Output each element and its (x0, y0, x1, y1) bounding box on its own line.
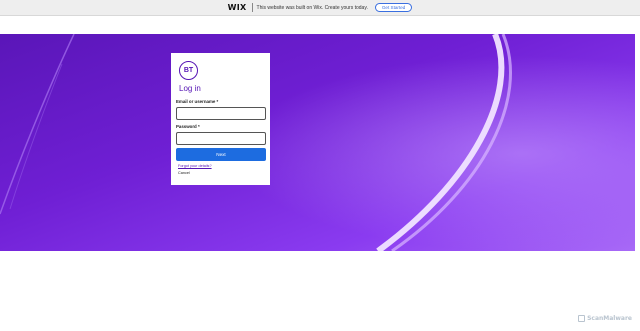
username-label: Email or username * (176, 99, 219, 104)
scanmalware-text: ScanMalware (587, 315, 632, 322)
bt-logo: BT (179, 61, 198, 80)
hero-arc-graphic (0, 34, 635, 251)
username-input[interactable] (176, 107, 266, 120)
hero-background (0, 34, 635, 251)
banner-divider (251, 3, 253, 12)
wix-banner-message: This website was built on Wix. Create yo… (256, 4, 368, 11)
login-card: BT Log in Email or username * Password *… (171, 53, 270, 185)
cancel-link[interactable]: Cancel (178, 171, 265, 176)
get-started-button[interactable]: Get Started (374, 3, 413, 12)
wix-logo: WIX (227, 3, 247, 12)
password-label: Password * (176, 124, 200, 129)
login-title: Log in (179, 84, 201, 93)
forgot-details-link[interactable]: Forgot your details? (178, 164, 265, 169)
wix-banner: WIX This website was built on Wix. Creat… (0, 0, 640, 16)
scanmalware-icon (578, 315, 586, 322)
password-input[interactable] (176, 132, 266, 145)
next-button[interactable]: Next (176, 148, 266, 161)
scanmalware-watermark: ScanMalware (578, 315, 632, 322)
